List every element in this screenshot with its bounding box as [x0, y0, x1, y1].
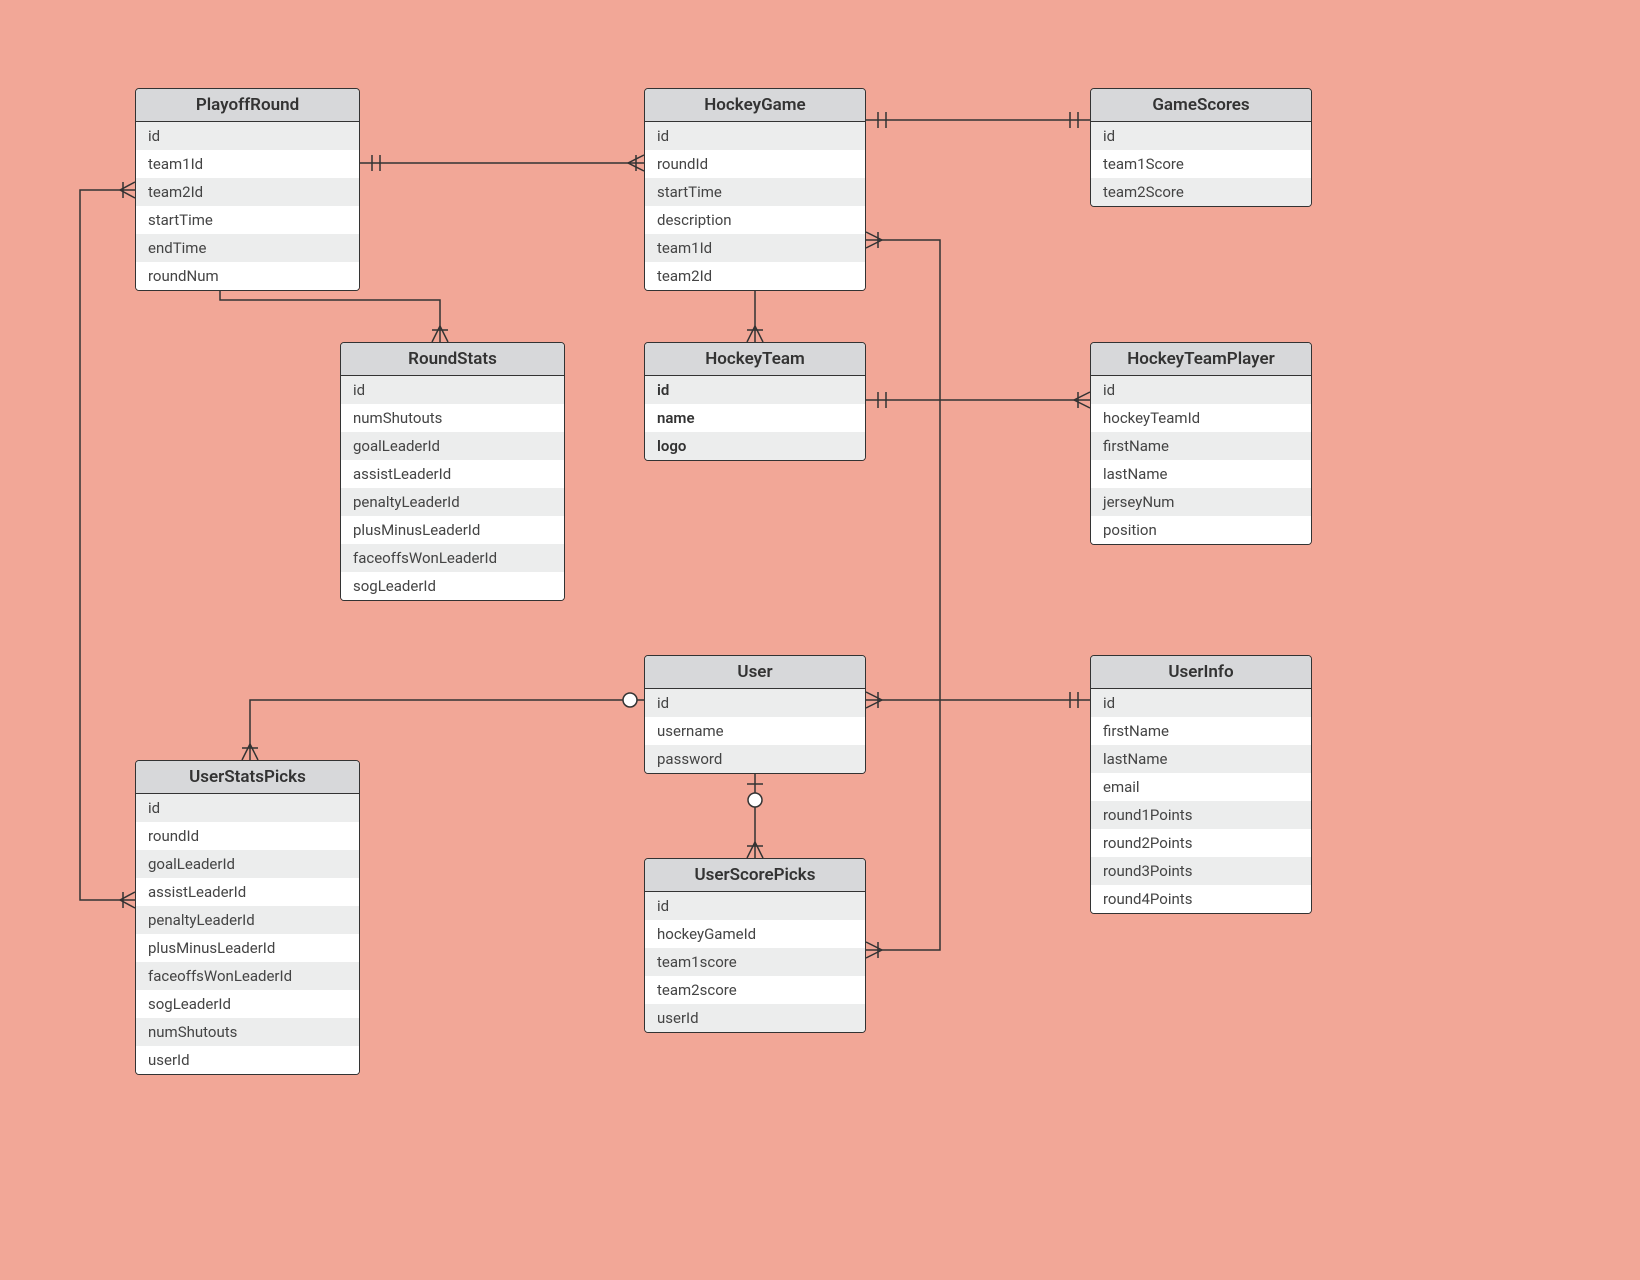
entity-userinfo: UserInfo id firstName lastName email rou… — [1090, 655, 1312, 914]
entity-gamescores: GameScores id team1Score team2Score — [1090, 88, 1312, 207]
entity-field: round2Points — [1091, 829, 1311, 857]
entity-field: password — [645, 745, 865, 773]
entity-field: lastName — [1091, 460, 1311, 488]
entity-field: penaltyLeaderId — [341, 488, 564, 516]
entity-hockeyteamplayer: HockeyTeamPlayer id hockeyTeamId firstNa… — [1090, 342, 1312, 545]
entity-field: firstName — [1091, 432, 1311, 460]
entity-field: round4Points — [1091, 885, 1311, 913]
entity-field: team2Score — [1091, 178, 1311, 206]
entity-field: startTime — [136, 206, 359, 234]
entity-field: userId — [645, 1004, 865, 1032]
entity-field: numShutouts — [136, 1018, 359, 1046]
entity-title: GameScores — [1091, 89, 1311, 122]
entity-hockeyteam: HockeyTeam id name logo — [644, 342, 866, 461]
entity-field: numShutouts — [341, 404, 564, 432]
entity-field: team1Id — [645, 234, 865, 262]
entity-field: endTime — [136, 234, 359, 262]
entity-title: UserStatsPicks — [136, 761, 359, 794]
entity-field: id — [645, 122, 865, 150]
entity-field: id — [645, 376, 865, 404]
entity-field: username — [645, 717, 865, 745]
entity-field: id — [136, 122, 359, 150]
entity-field: sogLeaderId — [341, 572, 564, 600]
entity-field: hockeyGameId — [645, 920, 865, 948]
entity-title: User — [645, 656, 865, 689]
entity-field: plusMinusLeaderId — [136, 934, 359, 962]
entity-field: description — [645, 206, 865, 234]
entity-field: jerseyNum — [1091, 488, 1311, 516]
entity-field: id — [645, 689, 865, 717]
entity-field: hockeyTeamId — [1091, 404, 1311, 432]
entity-field: id — [1091, 689, 1311, 717]
entity-field: team2Id — [136, 178, 359, 206]
entity-user: User id username password — [644, 655, 866, 774]
entity-field: team1Score — [1091, 150, 1311, 178]
entity-field: id — [1091, 376, 1311, 404]
entity-title: UserInfo — [1091, 656, 1311, 689]
entity-field: sogLeaderId — [136, 990, 359, 1018]
entity-title: HockeyTeamPlayer — [1091, 343, 1311, 376]
entity-playoffround: PlayoffRound id team1Id team2Id startTim… — [135, 88, 360, 291]
entity-field: name — [645, 404, 865, 432]
entity-field: faceoffsWonLeaderId — [341, 544, 564, 572]
entity-field: userId — [136, 1046, 359, 1074]
entity-field: round3Points — [1091, 857, 1311, 885]
entity-field: goalLeaderId — [341, 432, 564, 460]
entity-field: team1Id — [136, 150, 359, 178]
entity-field: roundId — [645, 150, 865, 178]
entity-roundstats: RoundStats id numShutouts goalLeaderId a… — [340, 342, 565, 601]
entity-hockeygame: HockeyGame id roundId startTime descript… — [644, 88, 866, 291]
entity-field: logo — [645, 432, 865, 460]
entity-field: team2score — [645, 976, 865, 1004]
entity-field: roundNum — [136, 262, 359, 290]
entity-field: firstName — [1091, 717, 1311, 745]
entity-field: faceoffsWonLeaderId — [136, 962, 359, 990]
entity-field: position — [1091, 516, 1311, 544]
entity-field: roundId — [136, 822, 359, 850]
entity-field: id — [645, 892, 865, 920]
entity-field: penaltyLeaderId — [136, 906, 359, 934]
entity-userscorepicks: UserScorePicks id hockeyGameId team1scor… — [644, 858, 866, 1033]
entity-field: assistLeaderId — [341, 460, 564, 488]
entity-field: id — [136, 794, 359, 822]
entity-title: HockeyTeam — [645, 343, 865, 376]
entity-field: email — [1091, 773, 1311, 801]
entity-field: id — [1091, 122, 1311, 150]
entity-field: assistLeaderId — [136, 878, 359, 906]
entity-field: goalLeaderId — [136, 850, 359, 878]
entity-title: RoundStats — [341, 343, 564, 376]
entity-field: lastName — [1091, 745, 1311, 773]
entity-field: plusMinusLeaderId — [341, 516, 564, 544]
entity-field: team1score — [645, 948, 865, 976]
entity-field: team2Id — [645, 262, 865, 290]
entity-field: round1Points — [1091, 801, 1311, 829]
entity-title: UserScorePicks — [645, 859, 865, 892]
entity-field: id — [341, 376, 564, 404]
entity-userstatspicks: UserStatsPicks id roundId goalLeaderId a… — [135, 760, 360, 1075]
entity-title: PlayoffRound — [136, 89, 359, 122]
entity-field: startTime — [645, 178, 865, 206]
entity-title: HockeyGame — [645, 89, 865, 122]
